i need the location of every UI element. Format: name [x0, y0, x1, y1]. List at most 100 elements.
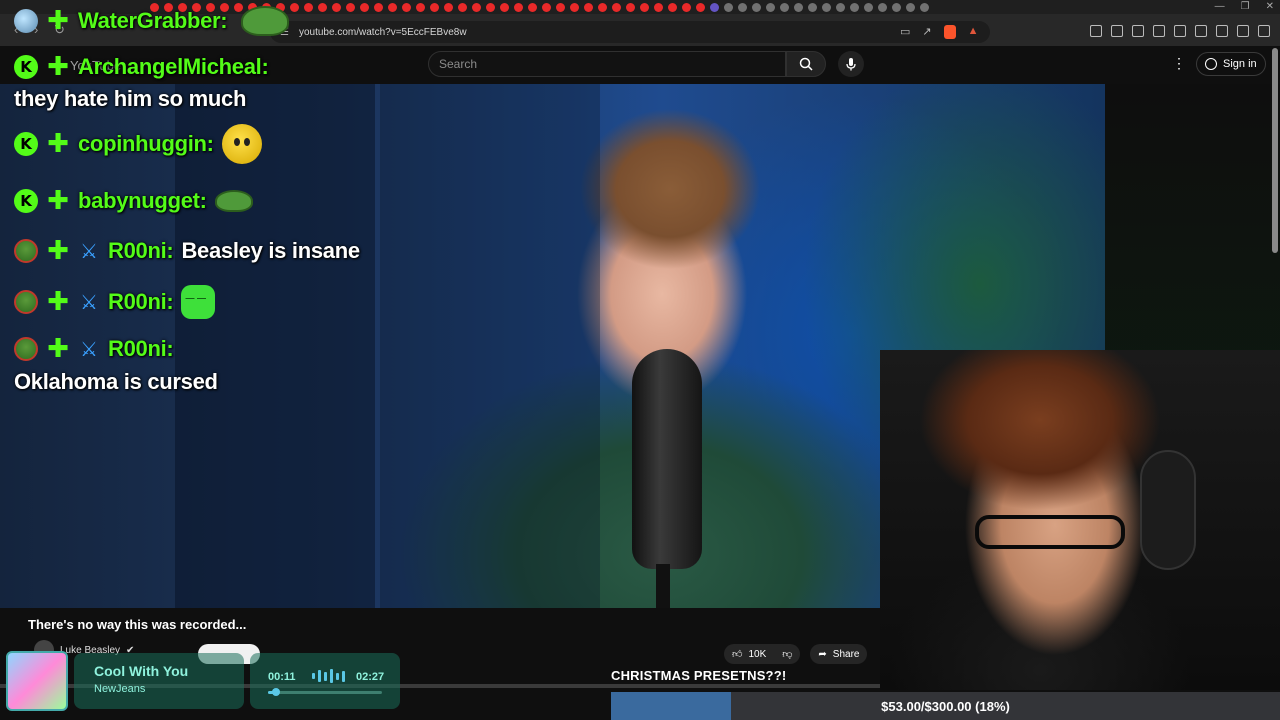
video-actions: 👍︎ 10K 👎︎ ➦ Share [724, 644, 868, 664]
wallet-icon[interactable] [1195, 25, 1207, 37]
thumbs-up-icon: 👍︎ [732, 649, 743, 660]
tab-favicon[interactable] [710, 2, 719, 12]
tab-favicon[interactable] [430, 2, 439, 12]
chat-message: K ✚ copinhuggin: [14, 124, 262, 164]
extension-icon[interactable] [1111, 25, 1123, 37]
waving-face-emote [221, 124, 262, 164]
search-icon [799, 57, 813, 71]
tab-favicon[interactable] [556, 2, 565, 12]
tab-favicon[interactable] [360, 2, 369, 12]
address-bar[interactable]: ☰ youtube.com/watch?v=5EccFEBve8w [270, 21, 990, 43]
audio-waveform-icon [312, 669, 345, 683]
tab-favicon[interactable] [738, 2, 747, 12]
vpn-icon[interactable] [1237, 25, 1249, 37]
share-icon: ➦ [818, 648, 827, 660]
search-input[interactable]: Search [428, 51, 786, 77]
tab-favicon[interactable] [724, 2, 733, 12]
goal-label: CHRISTMAS PRESETNS??! [611, 668, 787, 683]
tab-favicon[interactable] [472, 2, 481, 12]
sign-in-label: Sign in [1223, 58, 1257, 70]
tab-favicon[interactable] [458, 2, 467, 12]
share-label: Share [832, 648, 860, 660]
tab-favicon[interactable] [626, 2, 635, 12]
menu-icon[interactable] [1258, 25, 1270, 37]
sidebar-icon[interactable] [1174, 25, 1186, 37]
chat-text: Oklahoma is cursed [14, 369, 218, 394]
tab-favicon[interactable] [584, 2, 593, 12]
like-button[interactable]: 👍︎ 10K 👎︎ [724, 644, 801, 664]
dislike-icon[interactable]: 👎︎ [782, 648, 792, 660]
tab-favicon[interactable] [388, 2, 397, 12]
cast-icon[interactable]: ▭ [900, 25, 910, 39]
tab-favicon[interactable] [822, 2, 831, 12]
restore-icon[interactable]: ❐ [1241, 1, 1250, 12]
tab-favicon[interactable] [304, 2, 313, 12]
user-icon [1205, 58, 1217, 70]
pepe-emote [241, 6, 290, 36]
extension-icon[interactable] [1132, 25, 1144, 37]
chat-username: R00ni: [108, 289, 174, 314]
video-title[interactable]: There's no way this was recorded... [28, 617, 246, 632]
tab-favicon[interactable] [794, 2, 803, 12]
tab-favicon[interactable] [528, 2, 537, 12]
tab-favicon[interactable] [500, 2, 509, 12]
chat-text: they hate him so much [14, 86, 247, 111]
subscriber-badge-icon: ✚ [47, 6, 69, 36]
chat-message: K ✚ ArchangelMicheal: [14, 54, 269, 80]
extension-icon[interactable] [1153, 25, 1165, 37]
tab-favicon[interactable] [836, 2, 845, 12]
leo-icon[interactable] [1216, 25, 1228, 37]
share-page-icon[interactable]: ↗ [922, 25, 931, 39]
minimize-icon[interactable]: — [1215, 1, 1225, 12]
tab-favicon[interactable] [290, 2, 299, 12]
tab-favicon[interactable] [346, 2, 355, 12]
share-button[interactable]: ➦ Share [810, 644, 868, 664]
tab-favicon[interactable] [654, 2, 663, 12]
kick-badge-icon: K [14, 132, 38, 156]
search-button[interactable] [786, 51, 826, 77]
tab-favicon[interactable] [542, 2, 551, 12]
tab-favicon[interactable] [570, 2, 579, 12]
tab-favicon[interactable] [640, 2, 649, 12]
tab-favicon[interactable] [374, 2, 383, 12]
bookshelf [380, 84, 600, 608]
tab-favicon[interactable] [864, 2, 873, 12]
tab-favicon[interactable] [892, 2, 901, 12]
close-window-icon[interactable]: ✕ [1266, 1, 1274, 12]
chat-message: ✚ ⚔ R00ni: [14, 336, 174, 362]
tab-favicon[interactable] [696, 2, 705, 12]
tab-favicon[interactable] [318, 2, 327, 12]
chat-message: ✚ ⚔ R00ni: Beasley is insane [14, 238, 360, 264]
track-artist: NewJeans [94, 683, 146, 695]
track-title: Cool With You [94, 663, 189, 679]
sign-in-button[interactable]: Sign in [1196, 52, 1266, 76]
tab-favicon[interactable] [402, 2, 411, 12]
tab-favicon[interactable] [752, 2, 761, 12]
address-url[interactable]: youtube.com/watch?v=5EccFEBve8w [299, 27, 467, 38]
tab-favicon[interactable] [780, 2, 789, 12]
tab-favicon[interactable] [612, 2, 621, 12]
tab-favicon[interactable] [808, 2, 817, 12]
tab-favicon[interactable] [486, 2, 495, 12]
tab-favicon[interactable] [682, 2, 691, 12]
brave-shields-icon[interactable] [943, 25, 956, 39]
tab-favicon[interactable] [668, 2, 677, 12]
tab-favicon[interactable] [514, 2, 523, 12]
brave-rewards-icon[interactable]: ▲ [968, 25, 979, 39]
tab-favicon[interactable] [598, 2, 607, 12]
tab-favicon[interactable] [766, 2, 775, 12]
tab-favicon[interactable] [920, 2, 929, 12]
voice-search-button[interactable] [838, 51, 864, 77]
tab-favicon[interactable] [444, 2, 453, 12]
more-options-icon[interactable]: ⋮ [1172, 55, 1186, 72]
window-controls: — ❐ ✕ [1215, 1, 1274, 12]
page-scrollbar[interactable] [1272, 48, 1278, 253]
tab-favicon[interactable] [416, 2, 425, 12]
track-current-time: 00:11 [268, 671, 296, 683]
subscriber-badge-icon: ✚ [47, 236, 69, 266]
tab-favicon[interactable] [332, 2, 341, 12]
tab-favicon[interactable] [850, 2, 859, 12]
tab-favicon[interactable] [906, 2, 915, 12]
extension-icon[interactable] [1090, 25, 1102, 37]
tab-favicon[interactable] [878, 2, 887, 12]
